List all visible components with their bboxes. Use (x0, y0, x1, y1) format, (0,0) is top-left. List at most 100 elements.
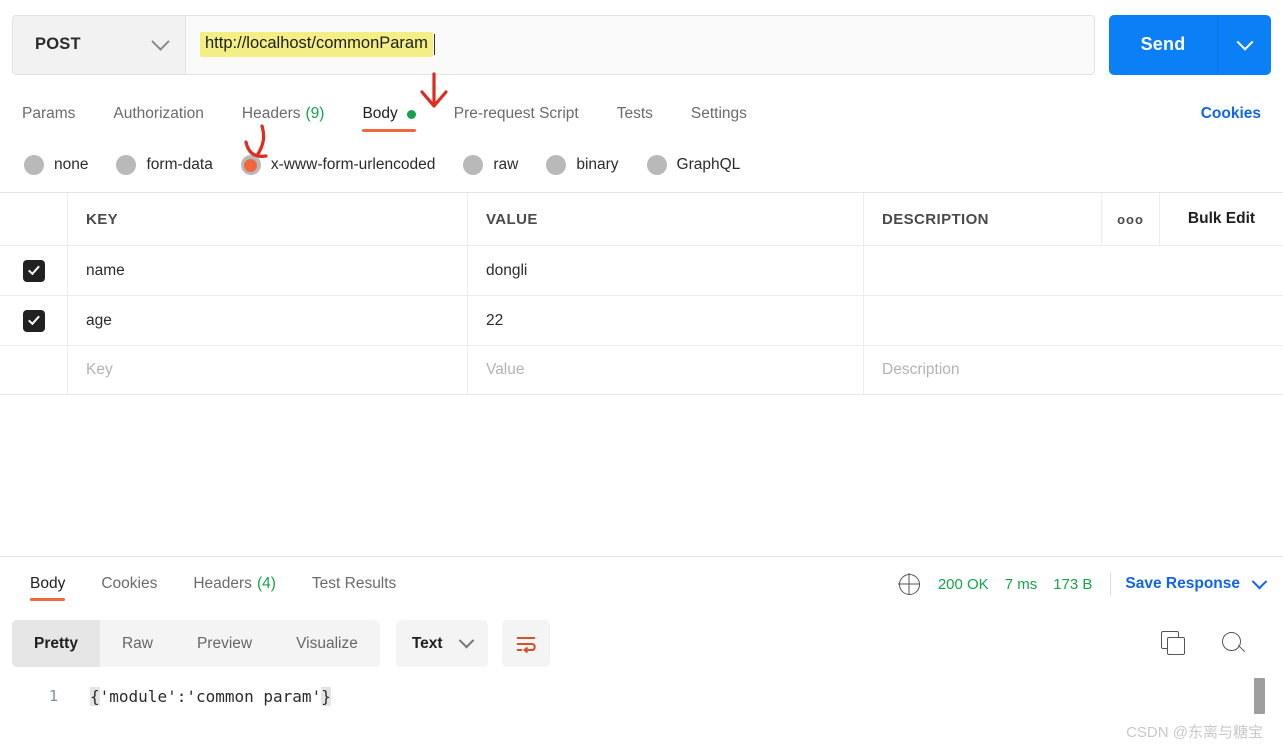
body-content: 'module':'common param' (99, 687, 322, 706)
wrap-text-icon (516, 636, 536, 653)
row-value-input[interactable]: 22 (468, 296, 864, 345)
response-scrollbar-thumb[interactable] (1254, 678, 1265, 714)
tab-label: Headers (241, 105, 301, 122)
response-time: 7 ms (1004, 575, 1038, 593)
row-value-input[interactable]: dongli (468, 246, 864, 295)
body-type-none[interactable]: none (24, 155, 88, 175)
chevron-down-icon (151, 32, 170, 51)
description-placeholder: Description (882, 361, 960, 378)
tab-tests[interactable]: Tests (617, 90, 653, 138)
check-icon (27, 312, 40, 326)
save-response-button[interactable]: Save Response (1125, 575, 1240, 593)
method-url-group: POST http://localhost/commonParam (12, 14, 1095, 75)
row-checkbox-cell (0, 296, 68, 345)
tab-label: Settings (690, 105, 747, 122)
row-key-input[interactable]: name (68, 246, 468, 295)
body-active-dot-icon (406, 109, 416, 119)
row-checkbox-cell (0, 246, 68, 295)
body-type-label: x-www-form-urlencoded (270, 156, 436, 173)
body-type-binary[interactable]: binary (546, 155, 619, 175)
check-icon (27, 262, 40, 276)
globe-icon (898, 573, 920, 595)
view-mode-raw[interactable]: Raw (100, 620, 175, 667)
parameters-table: KEY VALUE DESCRIPTION ooo Bulk Edit name… (0, 192, 1283, 395)
more-options-icon: ooo (1117, 211, 1144, 227)
radio-icon (546, 155, 567, 175)
row-key-input[interactable]: age (68, 296, 468, 345)
request-tabs: Params Authorization Headers (9) Body Pre… (0, 90, 1283, 138)
header-key: KEY (68, 193, 468, 245)
view-mode-visualize[interactable]: Visualize (274, 620, 380, 667)
new-value-input[interactable]: Value (468, 346, 864, 394)
url-input[interactable]: http://localhost/commonParam (186, 15, 1094, 74)
bulk-edit-label: Bulk Edit (1187, 210, 1256, 227)
view-mode-pretty[interactable]: Pretty (12, 620, 100, 667)
row-description-input[interactable] (864, 296, 1283, 345)
tab-label: Pre-request Script (453, 105, 579, 122)
table-options-button[interactable]: ooo (1101, 193, 1159, 245)
response-tab-test-results[interactable]: Test Results (312, 560, 396, 608)
response-body-text: {'module':'common param'} (90, 687, 331, 706)
chevron-down-icon (1236, 33, 1253, 51)
tab-headers[interactable]: Headers (9) (242, 90, 325, 138)
http-method-selector[interactable]: POST (13, 15, 186, 74)
response-tab-cookies[interactable]: Cookies (101, 560, 157, 608)
tab-settings[interactable]: Settings (691, 90, 747, 138)
send-options-button[interactable] (1217, 14, 1271, 75)
tab-params[interactable]: Params (22, 90, 75, 138)
new-description-input[interactable]: Description (864, 346, 1283, 394)
send-button[interactable]: Send (1109, 14, 1217, 75)
response-tab-headers[interactable]: Headers (4) (193, 560, 276, 608)
watermark: CSDN @东离与糖宝 (1126, 724, 1263, 741)
url-bar: POST http://localhost/commonParam Send (0, 0, 1283, 90)
body-type-x-www-form-urlencoded[interactable]: x-www-form-urlencoded (240, 155, 436, 175)
response-actions (1161, 620, 1247, 667)
response-divider (0, 556, 1283, 557)
row-description-input[interactable] (864, 246, 1283, 295)
url-text: http://localhost/commonParam (200, 32, 433, 57)
status-code: 200 OK (937, 575, 989, 593)
chevron-down-icon[interactable] (1251, 573, 1268, 589)
send-button-group: Send (1109, 14, 1271, 75)
view-mode-group: Pretty Raw Preview Visualize (12, 620, 380, 667)
row-checkbox[interactable] (22, 259, 45, 282)
chevron-down-icon (458, 632, 474, 649)
body-type-form-data[interactable]: form-data (116, 155, 213, 175)
response-body-viewer[interactable]: 1 {'module':'common param'} (0, 678, 1283, 750)
radio-selected-icon (240, 155, 261, 175)
body-type-label: none (54, 156, 89, 173)
table-empty-row: Key Value Description (0, 345, 1283, 395)
tab-label: Headers (193, 575, 252, 592)
open-brace: { (90, 687, 100, 706)
tab-label: Params (22, 105, 76, 122)
cookies-link[interactable]: Cookies (1201, 90, 1261, 138)
response-tab-body[interactable]: Body (30, 560, 66, 608)
response-size: 173 B (1053, 575, 1093, 593)
tab-authorization[interactable]: Authorization (113, 90, 203, 138)
tab-pre-request-script[interactable]: Pre-request Script (454, 90, 579, 138)
line-number: 1 (48, 687, 58, 705)
response-format-selector[interactable]: Text (395, 620, 488, 667)
value-placeholder: Value (486, 361, 525, 378)
key-placeholder: Key (86, 361, 113, 378)
headers-count: (9) (305, 105, 325, 122)
http-method-label: POST (35, 35, 81, 53)
bulk-edit-button[interactable]: Bulk Edit (1159, 193, 1283, 245)
body-type-raw[interactable]: raw (463, 155, 518, 175)
wrap-text-button[interactable] (501, 620, 550, 667)
row-checkbox[interactable] (22, 309, 45, 332)
body-type-label: form-data (146, 156, 213, 173)
divider (1110, 572, 1112, 596)
table-header-row: KEY VALUE DESCRIPTION ooo Bulk Edit (0, 192, 1283, 245)
tab-body[interactable]: Body (362, 90, 417, 138)
response-status-area: 200 OK 7 ms 173 B Save Response (898, 560, 1268, 608)
new-key-input[interactable]: Key (68, 346, 468, 394)
view-mode-preview[interactable]: Preview (175, 620, 274, 667)
copy-icon[interactable] (1161, 630, 1187, 657)
tab-label: Cookies (101, 575, 158, 592)
body-type-graphql[interactable]: GraphQL (646, 155, 740, 175)
radio-icon (24, 155, 44, 175)
close-brace: } (321, 687, 331, 706)
search-icon[interactable] (1221, 631, 1247, 657)
radio-icon (646, 155, 667, 175)
